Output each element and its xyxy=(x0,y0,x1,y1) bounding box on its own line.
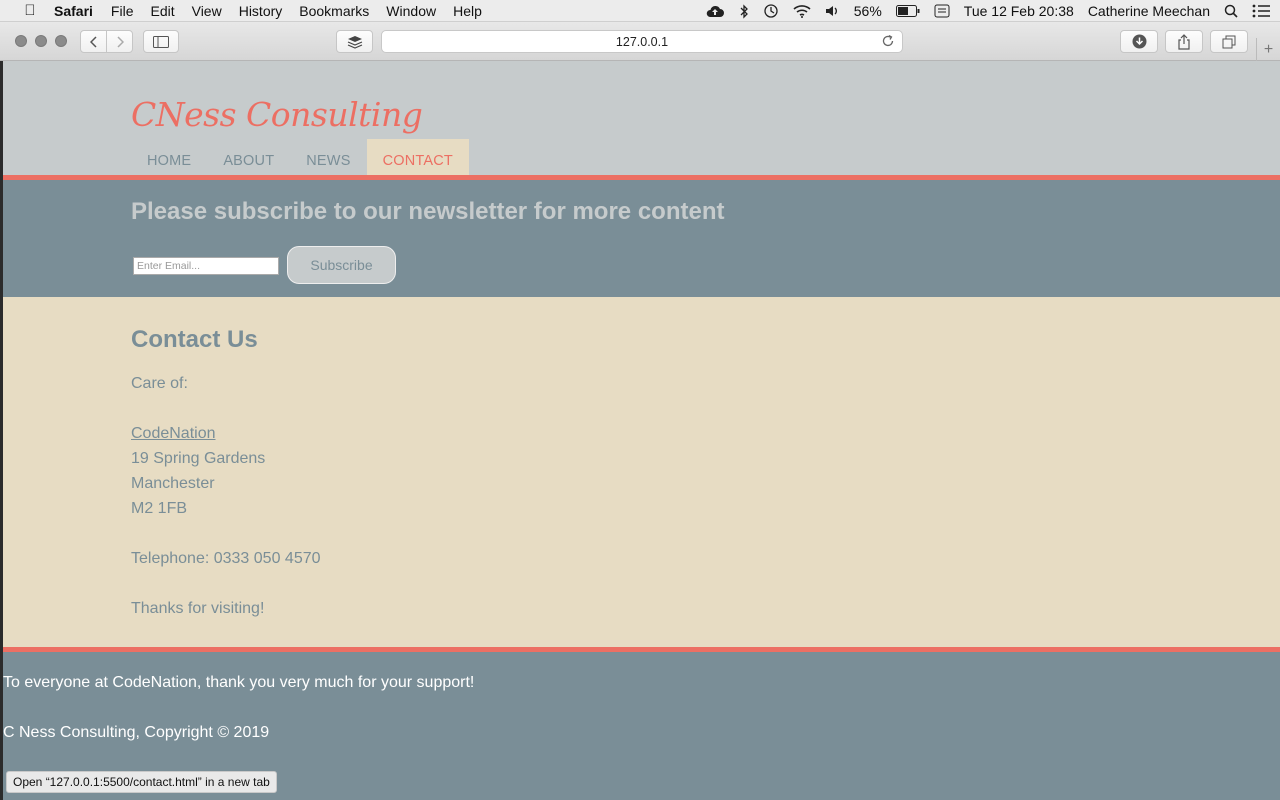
chevron-right-icon xyxy=(116,35,124,48)
battery-icon[interactable] xyxy=(895,5,920,17)
browser-toolbar: 127.0.0.1 + xyxy=(0,22,1280,61)
contact-heading: Contact Us xyxy=(131,326,258,353)
newsletter-section: Please subscribe to our newsletter for m… xyxy=(3,180,1280,297)
minimize-window-button[interactable] xyxy=(35,35,47,47)
new-tab-button[interactable]: + xyxy=(1256,38,1280,61)
spotlight-search-icon[interactable] xyxy=(1224,4,1238,18)
tabs-icon xyxy=(1222,35,1236,48)
site-header: CNess Consulting HOME ABOUT NEWS CONTACT xyxy=(3,61,1280,175)
reload-icon[interactable] xyxy=(881,34,895,48)
apple-icon[interactable]:  xyxy=(20,2,40,19)
address-line-city: Manchester xyxy=(131,475,215,492)
menu-history[interactable]: History xyxy=(239,3,283,19)
address-line-postcode: M2 1FB xyxy=(131,500,188,517)
telephone-text: Telephone: 0333 050 4570 xyxy=(131,550,321,567)
cloud-upload-icon[interactable] xyxy=(705,4,725,18)
menu-edit[interactable]: Edit xyxy=(150,3,174,19)
menu-window[interactable]: Window xyxy=(386,3,436,19)
subscribe-button[interactable]: Subscribe xyxy=(287,246,396,284)
contact-section: Contact Us Care of: CodeNation 19 Spring… xyxy=(3,297,1280,647)
close-window-button[interactable] xyxy=(15,35,27,47)
clock-datetime[interactable]: Tue 12 Feb 20:38 xyxy=(964,3,1074,19)
address-bar-url: 127.0.0.1 xyxy=(615,34,669,49)
zoom-window-button[interactable] xyxy=(55,35,67,47)
link-status-tooltip: Open “127.0.0.1:5500/contact.html” in a … xyxy=(6,771,277,793)
menu-file[interactable]: File xyxy=(111,3,134,19)
web-page: CNess Consulting HOME ABOUT NEWS CONTACT… xyxy=(3,61,1280,800)
nav-home[interactable]: HOME xyxy=(131,139,207,175)
forward-button[interactable] xyxy=(106,30,133,53)
site-nav: HOME ABOUT NEWS CONTACT xyxy=(131,139,469,175)
menu-help[interactable]: Help xyxy=(453,3,482,19)
site-logo[interactable]: CNess Consulting xyxy=(131,95,423,134)
time-machine-icon[interactable] xyxy=(763,3,779,19)
sidebar-button[interactable] xyxy=(143,30,179,53)
volume-icon[interactable] xyxy=(825,4,840,18)
footer-copyright: C Ness Consulting, Copyright © 2019 xyxy=(3,724,270,741)
nav-contact[interactable]: CONTACT xyxy=(366,139,469,175)
menu-bookmarks[interactable]: Bookmarks xyxy=(299,3,369,19)
plus-icon: + xyxy=(1263,40,1274,58)
download-icon xyxy=(1132,34,1146,49)
tab-overview-button[interactable] xyxy=(1210,30,1248,53)
address-line-street: 19 Spring Gardens xyxy=(131,450,266,467)
downloads-button[interactable] xyxy=(1120,30,1158,53)
back-button[interactable] xyxy=(80,30,107,53)
address-bar[interactable]: 127.0.0.1 xyxy=(381,30,903,53)
newsletter-heading: Please subscribe to our newsletter for m… xyxy=(131,198,725,225)
menu-view[interactable]: View xyxy=(192,3,222,19)
chevron-left-icon xyxy=(89,35,97,48)
email-input[interactable]: Enter Email... xyxy=(133,257,279,275)
sidebar-icon xyxy=(153,35,169,48)
care-of-label: Care of: xyxy=(131,375,188,392)
wifi-icon[interactable] xyxy=(793,4,811,18)
nav-news[interactable]: NEWS xyxy=(290,139,366,175)
layers-icon xyxy=(347,35,362,49)
notification-center-icon[interactable] xyxy=(1252,4,1270,18)
thanks-text: Thanks for visiting! xyxy=(131,600,265,617)
reader-layers-button[interactable] xyxy=(336,30,373,53)
menu-bar:  Safari File Edit View History Bookmark… xyxy=(0,0,1280,22)
keyboard-input-icon[interactable] xyxy=(934,4,950,18)
battery-percent: 56% xyxy=(853,3,882,19)
footer-thanks: To everyone at CodeNation, thank you ver… xyxy=(3,674,475,691)
share-button[interactable] xyxy=(1165,30,1203,53)
nav-about[interactable]: ABOUT xyxy=(207,139,290,175)
menu-app-safari[interactable]: Safari xyxy=(54,3,93,19)
bluetooth-icon[interactable] xyxy=(739,3,749,19)
user-name[interactable]: Catherine Meechan xyxy=(1088,3,1210,19)
codenation-link[interactable]: CodeNation xyxy=(131,425,216,443)
share-icon xyxy=(1178,33,1190,50)
